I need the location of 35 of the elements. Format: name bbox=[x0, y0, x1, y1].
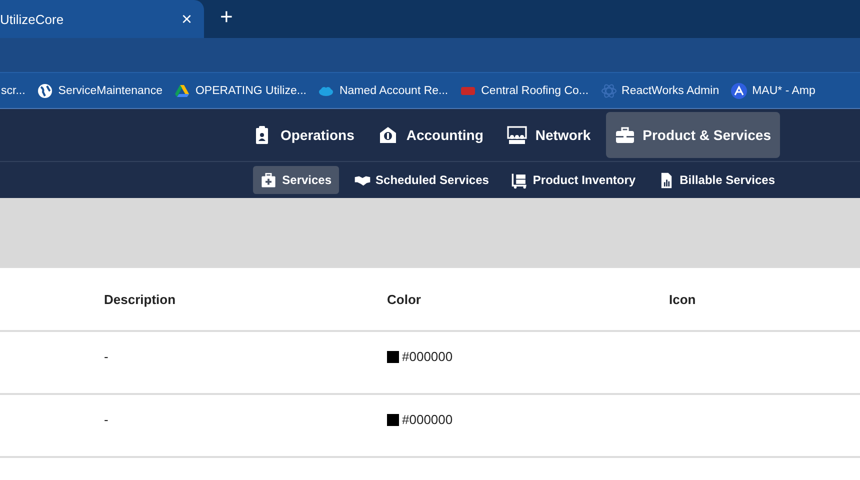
subnav-tab[interactable]: Scheduled Services bbox=[346, 166, 496, 194]
dolly-icon bbox=[510, 172, 528, 188]
column-header: Description bbox=[104, 292, 176, 306]
nav-tab[interactable]: Operations bbox=[243, 112, 364, 158]
bookmark[interactable]: Named Account Re... bbox=[318, 82, 448, 98]
globe-icon bbox=[37, 82, 54, 98]
subnav-tab[interactable]: Billable Services bbox=[650, 166, 782, 194]
bookmark[interactable]: scr... bbox=[1, 84, 26, 96]
new-tab-button[interactable]: + bbox=[214, 3, 239, 31]
nav-tab[interactable]: Product & Services bbox=[606, 112, 780, 158]
column-header: Icon bbox=[669, 292, 696, 306]
briefcase-icon bbox=[614, 125, 635, 145]
color-code: #000000 bbox=[402, 412, 453, 427]
description-text: - bbox=[104, 412, 108, 427]
bookmark[interactable]: Central Roofing Co... bbox=[460, 82, 589, 98]
tab-title: UtilizeCore bbox=[0, 12, 64, 26]
people-icon bbox=[507, 125, 528, 145]
triangle-icon bbox=[174, 82, 190, 98]
bookmark[interactable]: OPERATING Utilize... bbox=[174, 82, 306, 98]
nav-tab[interactable]: Accounting bbox=[369, 112, 492, 158]
envelope-icon bbox=[378, 125, 398, 145]
close-tab-button[interactable]: × bbox=[179, 8, 194, 30]
bookmark[interactable]: MAU* - Amp bbox=[731, 82, 816, 98]
atom-icon bbox=[600, 82, 617, 98]
browser-tab[interactable]: UtilizeCore × bbox=[0, 0, 204, 38]
description-text: - bbox=[104, 349, 108, 364]
subnav-tab[interactable]: Product Inventory bbox=[504, 166, 643, 194]
subnav-tab[interactable]: Services bbox=[253, 166, 339, 194]
bookmark[interactable]: ServiceMaintenance bbox=[37, 82, 162, 98]
color-code: #000000 bbox=[402, 349, 453, 364]
nav-tab[interactable]: Network bbox=[498, 112, 600, 158]
bookmark[interactable]: ReactWorks Admin bbox=[600, 82, 720, 98]
medkit-icon bbox=[260, 172, 278, 188]
logo-icon bbox=[731, 82, 748, 98]
column-header: Color bbox=[387, 292, 421, 306]
